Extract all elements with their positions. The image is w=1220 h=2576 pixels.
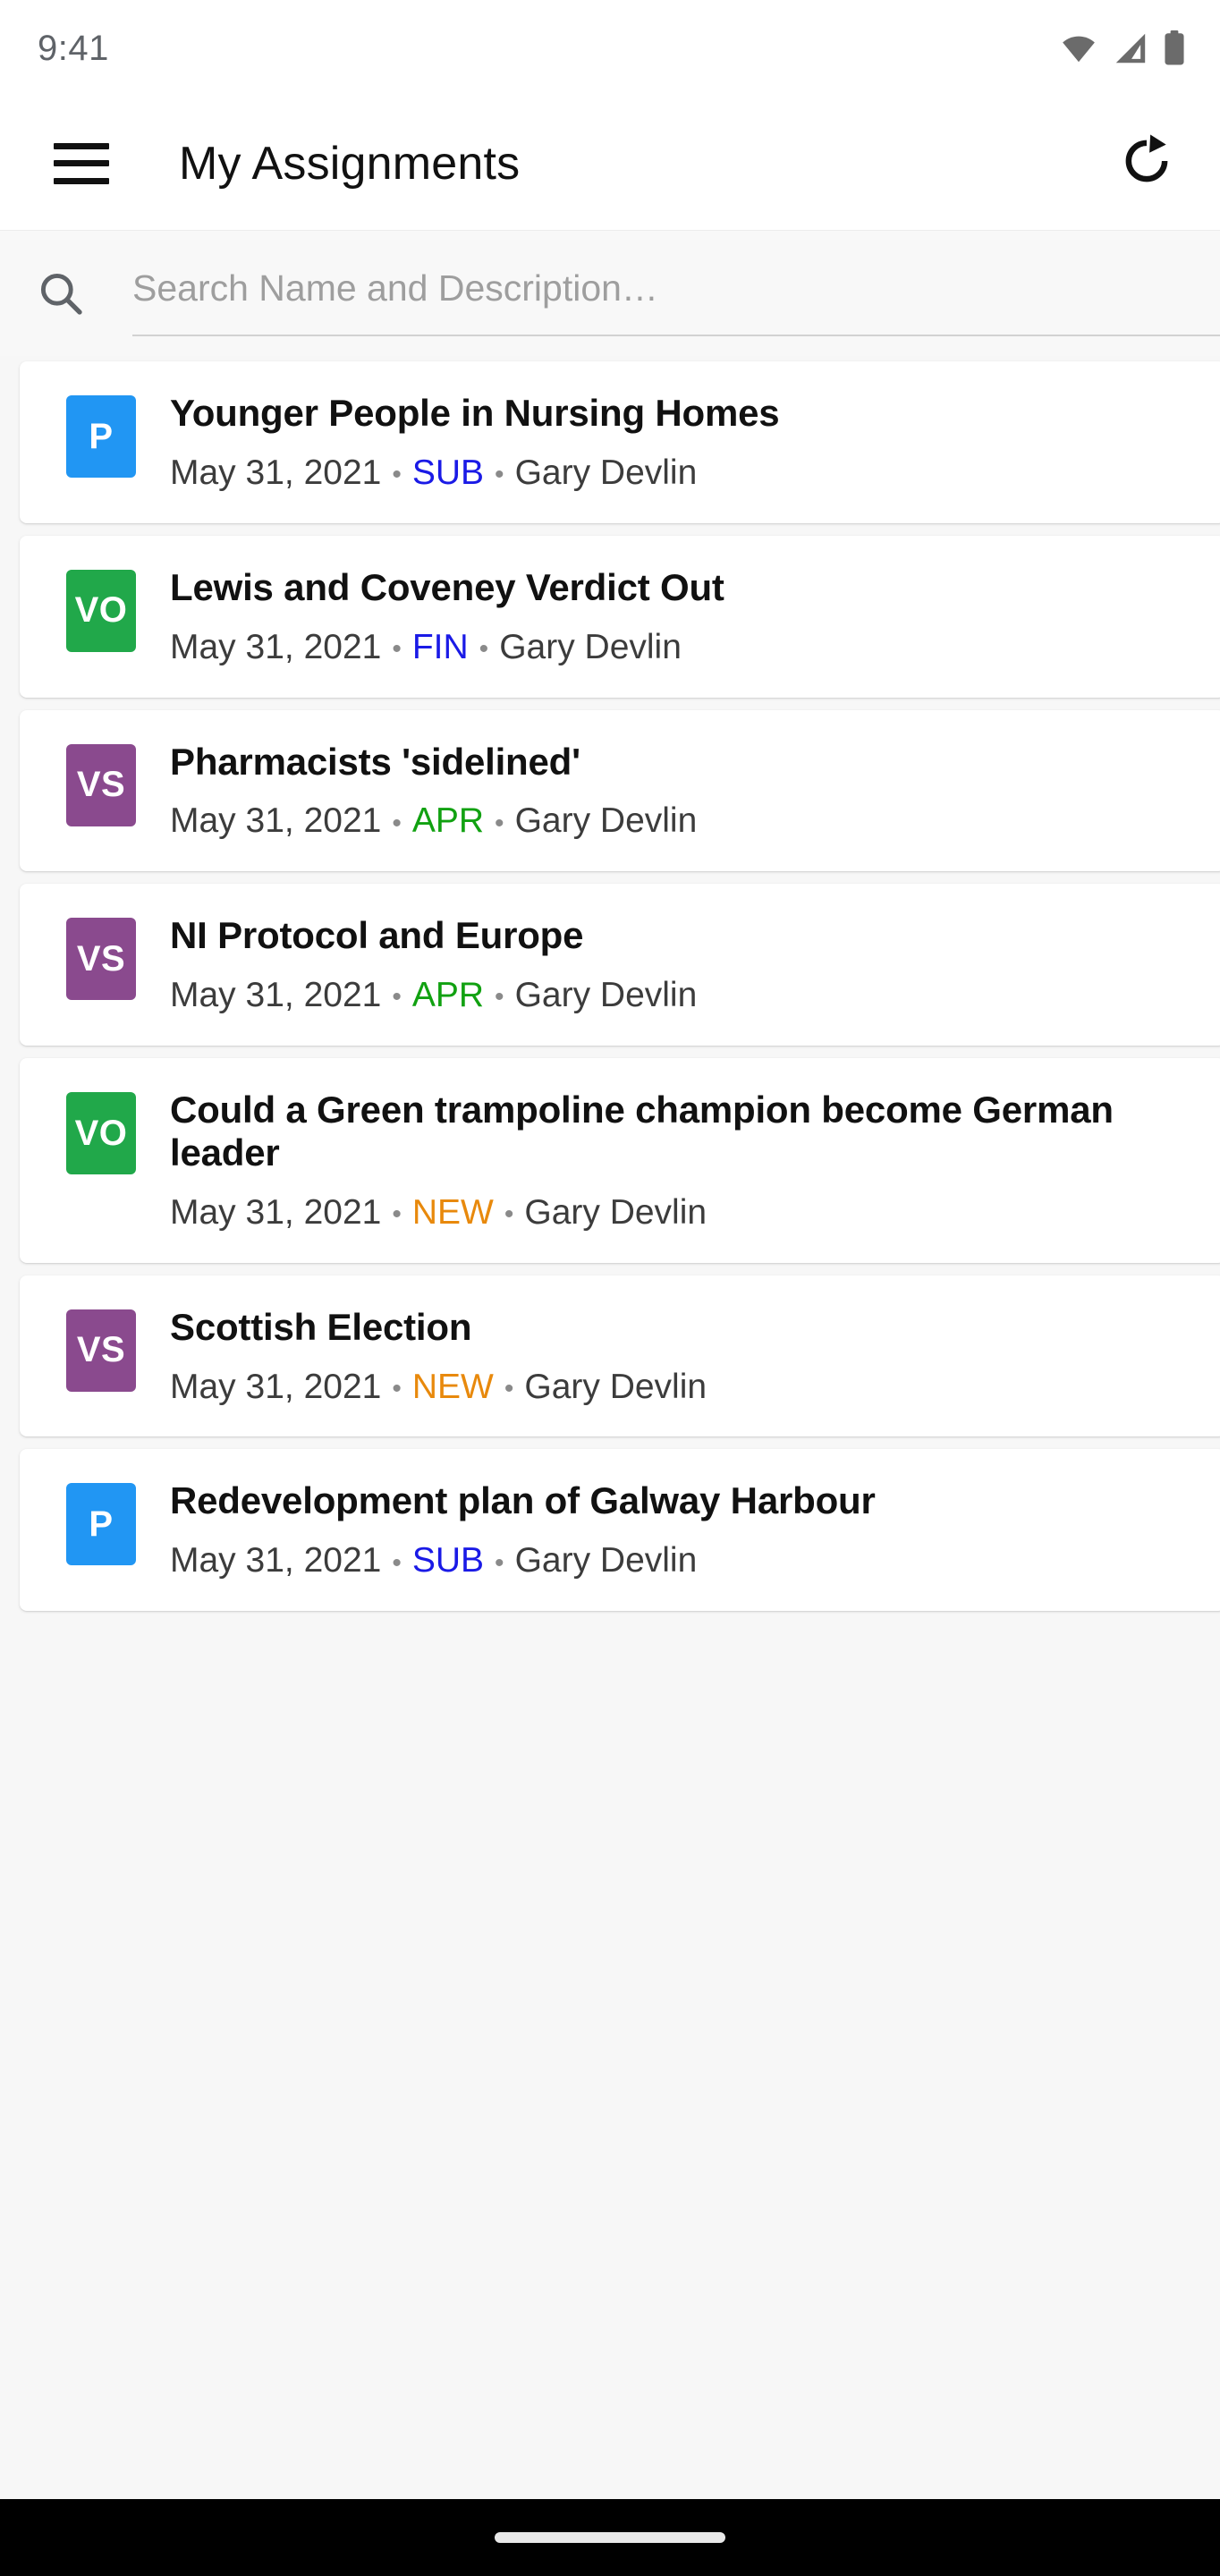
gesture-pill[interactable]	[495, 2532, 725, 2543]
assignment-date: May 31, 2021	[170, 976, 382, 1015]
meta-separator: •	[392, 1199, 402, 1230]
assignment-card[interactable]: P Redevelopment plan of Galway Harbour May…	[20, 1449, 1220, 1612]
cellular-signal-icon	[1113, 32, 1148, 64]
assignment-author: Gary Devlin	[514, 453, 698, 492]
search-icon[interactable]	[27, 259, 95, 327]
status-bar-clock: 9:41	[38, 29, 109, 68]
assignment-date: May 31, 2021	[170, 1367, 382, 1406]
meta-separator: •	[495, 1547, 504, 1578]
meta-separator: •	[495, 982, 504, 1013]
status-badge: NEW	[411, 1367, 494, 1406]
assignment-card-body: Lewis and Coveney Verdict Out May 31, 202…	[170, 566, 1199, 667]
assignment-author: Gary Devlin	[524, 1192, 707, 1232]
meta-separator: •	[392, 808, 402, 838]
meta-separator: •	[392, 1547, 402, 1578]
assignment-card[interactable]: VS Pharmacists 'sidelined' May 31, 2021 • AP…	[20, 709, 1220, 872]
page-title: My Assignments	[179, 137, 521, 190]
assignment-type-badge: P	[66, 1483, 136, 1566]
assignment-type-badge: VS	[66, 1309, 136, 1392]
assignment-meta: May 31, 2021 • APR • Gary Devlin	[170, 801, 1172, 841]
assignment-title: Younger People in Nursing Homes	[170, 392, 780, 434]
assignment-card[interactable]: P Younger People in Nursing Homes May 31, …	[20, 361, 1220, 523]
status-badge: FIN	[411, 627, 469, 666]
assignment-meta: May 31, 2021 • NEW • Gary Devlin	[170, 1192, 1172, 1233]
meta-separator: •	[495, 808, 504, 838]
assignment-author: Gary Devlin	[514, 976, 698, 1015]
app-bar: My Assignments	[0, 97, 1220, 231]
status-bar: 9:41	[0, 0, 1220, 97]
hamburger-bar-1	[54, 142, 109, 149]
meta-separator: •	[392, 633, 402, 664]
search-bar	[0, 231, 1220, 356]
assignment-title: Lewis and Coveney Verdict Out	[170, 565, 724, 608]
assignment-card-body: Pharmacists 'sidelined' May 31, 2021 • APR •…	[170, 741, 1199, 842]
assignment-card[interactable]: VO Could a Green trampoline champion beco…	[20, 1058, 1220, 1263]
assignment-type-badge: VO	[66, 1092, 136, 1175]
meta-separator: •	[504, 1373, 514, 1403]
assignment-list: P Younger People in Nursing Homes May 31, …	[0, 356, 1220, 2499]
status-badge: APR	[411, 976, 485, 1015]
assignment-meta: May 31, 2021 • FIN • Gary Devlin	[170, 627, 1172, 667]
search-input[interactable]	[132, 267, 1220, 318]
assignment-title: Redevelopment plan of Galway Harbour	[170, 1479, 876, 1522]
assignment-card-body: Scottish Election May 31, 2021 • NEW • Gary D…	[170, 1306, 1199, 1407]
refresh-icon	[1119, 133, 1174, 193]
assignment-meta: May 31, 2021 • SUB • Gary Devlin	[170, 1541, 1172, 1580]
status-badge: APR	[411, 801, 485, 841]
meta-separator: •	[392, 982, 402, 1013]
assignment-title: Scottish Election	[170, 1305, 472, 1348]
meta-separator: •	[392, 1373, 402, 1403]
assignment-meta: May 31, 2021 • NEW • Gary Devlin	[170, 1368, 1172, 1407]
status-badge: SUB	[411, 453, 485, 492]
hamburger-bar-2	[54, 160, 109, 166]
meta-separator: •	[479, 633, 489, 664]
assignment-card[interactable]: VO Lewis and Coveney Verdict Out May 31, 2…	[20, 535, 1220, 698]
assignment-meta: May 31, 2021 • SUB • Gary Devlin	[170, 453, 1172, 493]
hamburger-bar-3	[54, 177, 109, 184]
search-field[interactable]	[132, 250, 1220, 336]
app-screen: 9:41 My Assignments Search Name and Desc…	[0, 0, 1220, 2576]
assignment-author: Gary Devlin	[514, 1541, 698, 1580]
assignment-author: Gary Devlin	[514, 801, 698, 841]
assignment-type-badge: P	[66, 395, 136, 478]
meta-separator: •	[504, 1199, 514, 1230]
meta-separator: •	[392, 460, 402, 490]
status-badge: NEW	[411, 1192, 494, 1232]
assignment-card[interactable]: VS Scottish Election May 31, 2021 • NEW • Gary…	[20, 1275, 1220, 1437]
assignment-author: Gary Devlin	[499, 627, 682, 666]
assignment-date: May 31, 2021	[170, 627, 382, 666]
assignment-type-badge: VO	[66, 569, 136, 652]
status-badge: SUB	[411, 1541, 485, 1580]
assignment-card-body: Could a Green trampoline champion become…	[170, 1089, 1199, 1233]
assignment-date: May 31, 2021	[170, 1192, 382, 1232]
assignment-card[interactable]: VS NI Protocol and Europe May 31, 2021 • APR…	[20, 884, 1220, 1046]
status-bar-icons	[1059, 30, 1186, 66]
refresh-button[interactable]	[1111, 128, 1182, 199]
assignment-card-body: Younger People in Nursing Homes May 31, 2…	[170, 392, 1199, 493]
wifi-icon	[1059, 33, 1098, 64]
assignment-type-badge: VS	[66, 743, 136, 826]
assignment-author: Gary Devlin	[524, 1367, 707, 1406]
meta-separator: •	[495, 460, 504, 490]
assignment-title: NI Protocol and Europe	[170, 914, 584, 957]
hamburger-menu-icon[interactable]	[54, 142, 109, 184]
assignment-card-body: Redevelopment plan of Galway Harbour May …	[170, 1479, 1199, 1580]
assignment-date: May 31, 2021	[170, 801, 382, 841]
battery-icon	[1163, 30, 1186, 66]
assignment-title: Pharmacists 'sidelined'	[170, 740, 580, 783]
system-navigation-bar	[0, 2499, 1220, 2576]
assignment-type-badge: VS	[66, 918, 136, 1001]
assignment-date: May 31, 2021	[170, 453, 382, 492]
assignment-title: Could a Green trampoline champion become…	[170, 1089, 1114, 1174]
assignment-card-body: NI Protocol and Europe May 31, 2021 • APR • G…	[170, 914, 1199, 1015]
assignment-meta: May 31, 2021 • APR • Gary Devlin	[170, 976, 1172, 1015]
assignment-date: May 31, 2021	[170, 1541, 382, 1580]
